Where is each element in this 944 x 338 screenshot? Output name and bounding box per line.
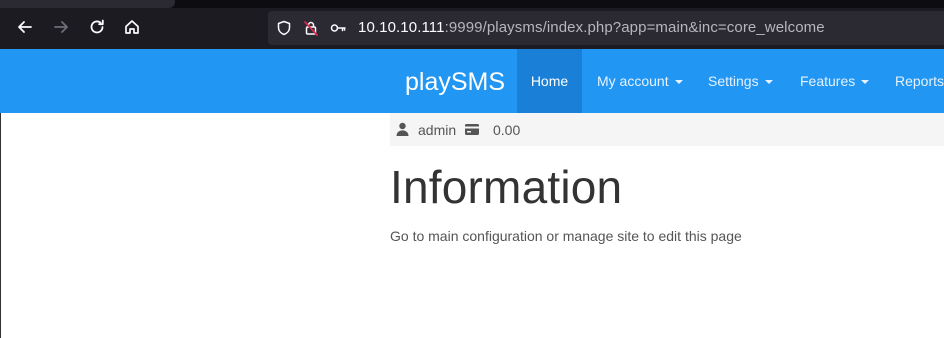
nav-features[interactable]: Features [800, 49, 870, 113]
app-navbar: playSMS Home My account Settings Feature… [0, 49, 944, 113]
caret-down-icon [764, 80, 773, 85]
url-path: :9999/playsms/index.php?app=main&inc=cor… [444, 19, 825, 36]
caret-down-icon [674, 80, 683, 85]
tab-strip [0, 0, 944, 8]
user-icon [396, 122, 409, 136]
nav-home[interactable]: Home [517, 49, 582, 113]
nav-reports-label: Reports [895, 73, 944, 89]
home-button[interactable] [120, 15, 144, 39]
nav-my-account-label: My account [597, 73, 669, 89]
brand-logo[interactable]: playSMS [405, 68, 505, 97]
reload-icon [90, 19, 104, 34]
arrow-right-icon [54, 21, 68, 33]
nav-features-label: Features [800, 73, 856, 89]
back-button[interactable] [13, 15, 37, 39]
arrow-left-icon [18, 21, 32, 33]
url-host: 10.10.10.111 [358, 19, 445, 36]
nav-reports[interactable]: Reports [895, 49, 944, 113]
credit-balance: 0.00 [493, 122, 521, 138]
nav-settings[interactable]: Settings [708, 49, 773, 113]
nav-settings-label: Settings [708, 73, 759, 89]
home-icon [125, 20, 139, 34]
nav-my-account[interactable]: My account [597, 49, 683, 113]
forward-button[interactable] [49, 15, 73, 39]
url-text[interactable]: 10.10.10.111:9999/playsms/index.php?app=… [358, 19, 825, 36]
username[interactable]: admin [418, 122, 456, 138]
credit-card-icon [465, 124, 479, 135]
browser-toolbar: 10.10.10.111:9999/playsms/index.php?app=… [0, 0, 944, 49]
user-info-bar: admin 0.00 [390, 113, 944, 146]
insecure-lock-icon[interactable] [303, 20, 319, 36]
page-left-border [0, 113, 1, 338]
reload-button[interactable] [85, 15, 109, 39]
nav-home-label: Home [530, 73, 569, 89]
shield-icon[interactable] [276, 20, 292, 36]
page-title: Information [390, 161, 623, 213]
caret-down-icon [861, 80, 870, 85]
page-description: Go to main configuration or manage site … [390, 228, 742, 244]
browser-tab[interactable] [0, 0, 175, 8]
key-icon[interactable] [330, 20, 346, 36]
address-bar[interactable]: 10.10.10.111:9999/playsms/index.php?app=… [268, 11, 944, 45]
